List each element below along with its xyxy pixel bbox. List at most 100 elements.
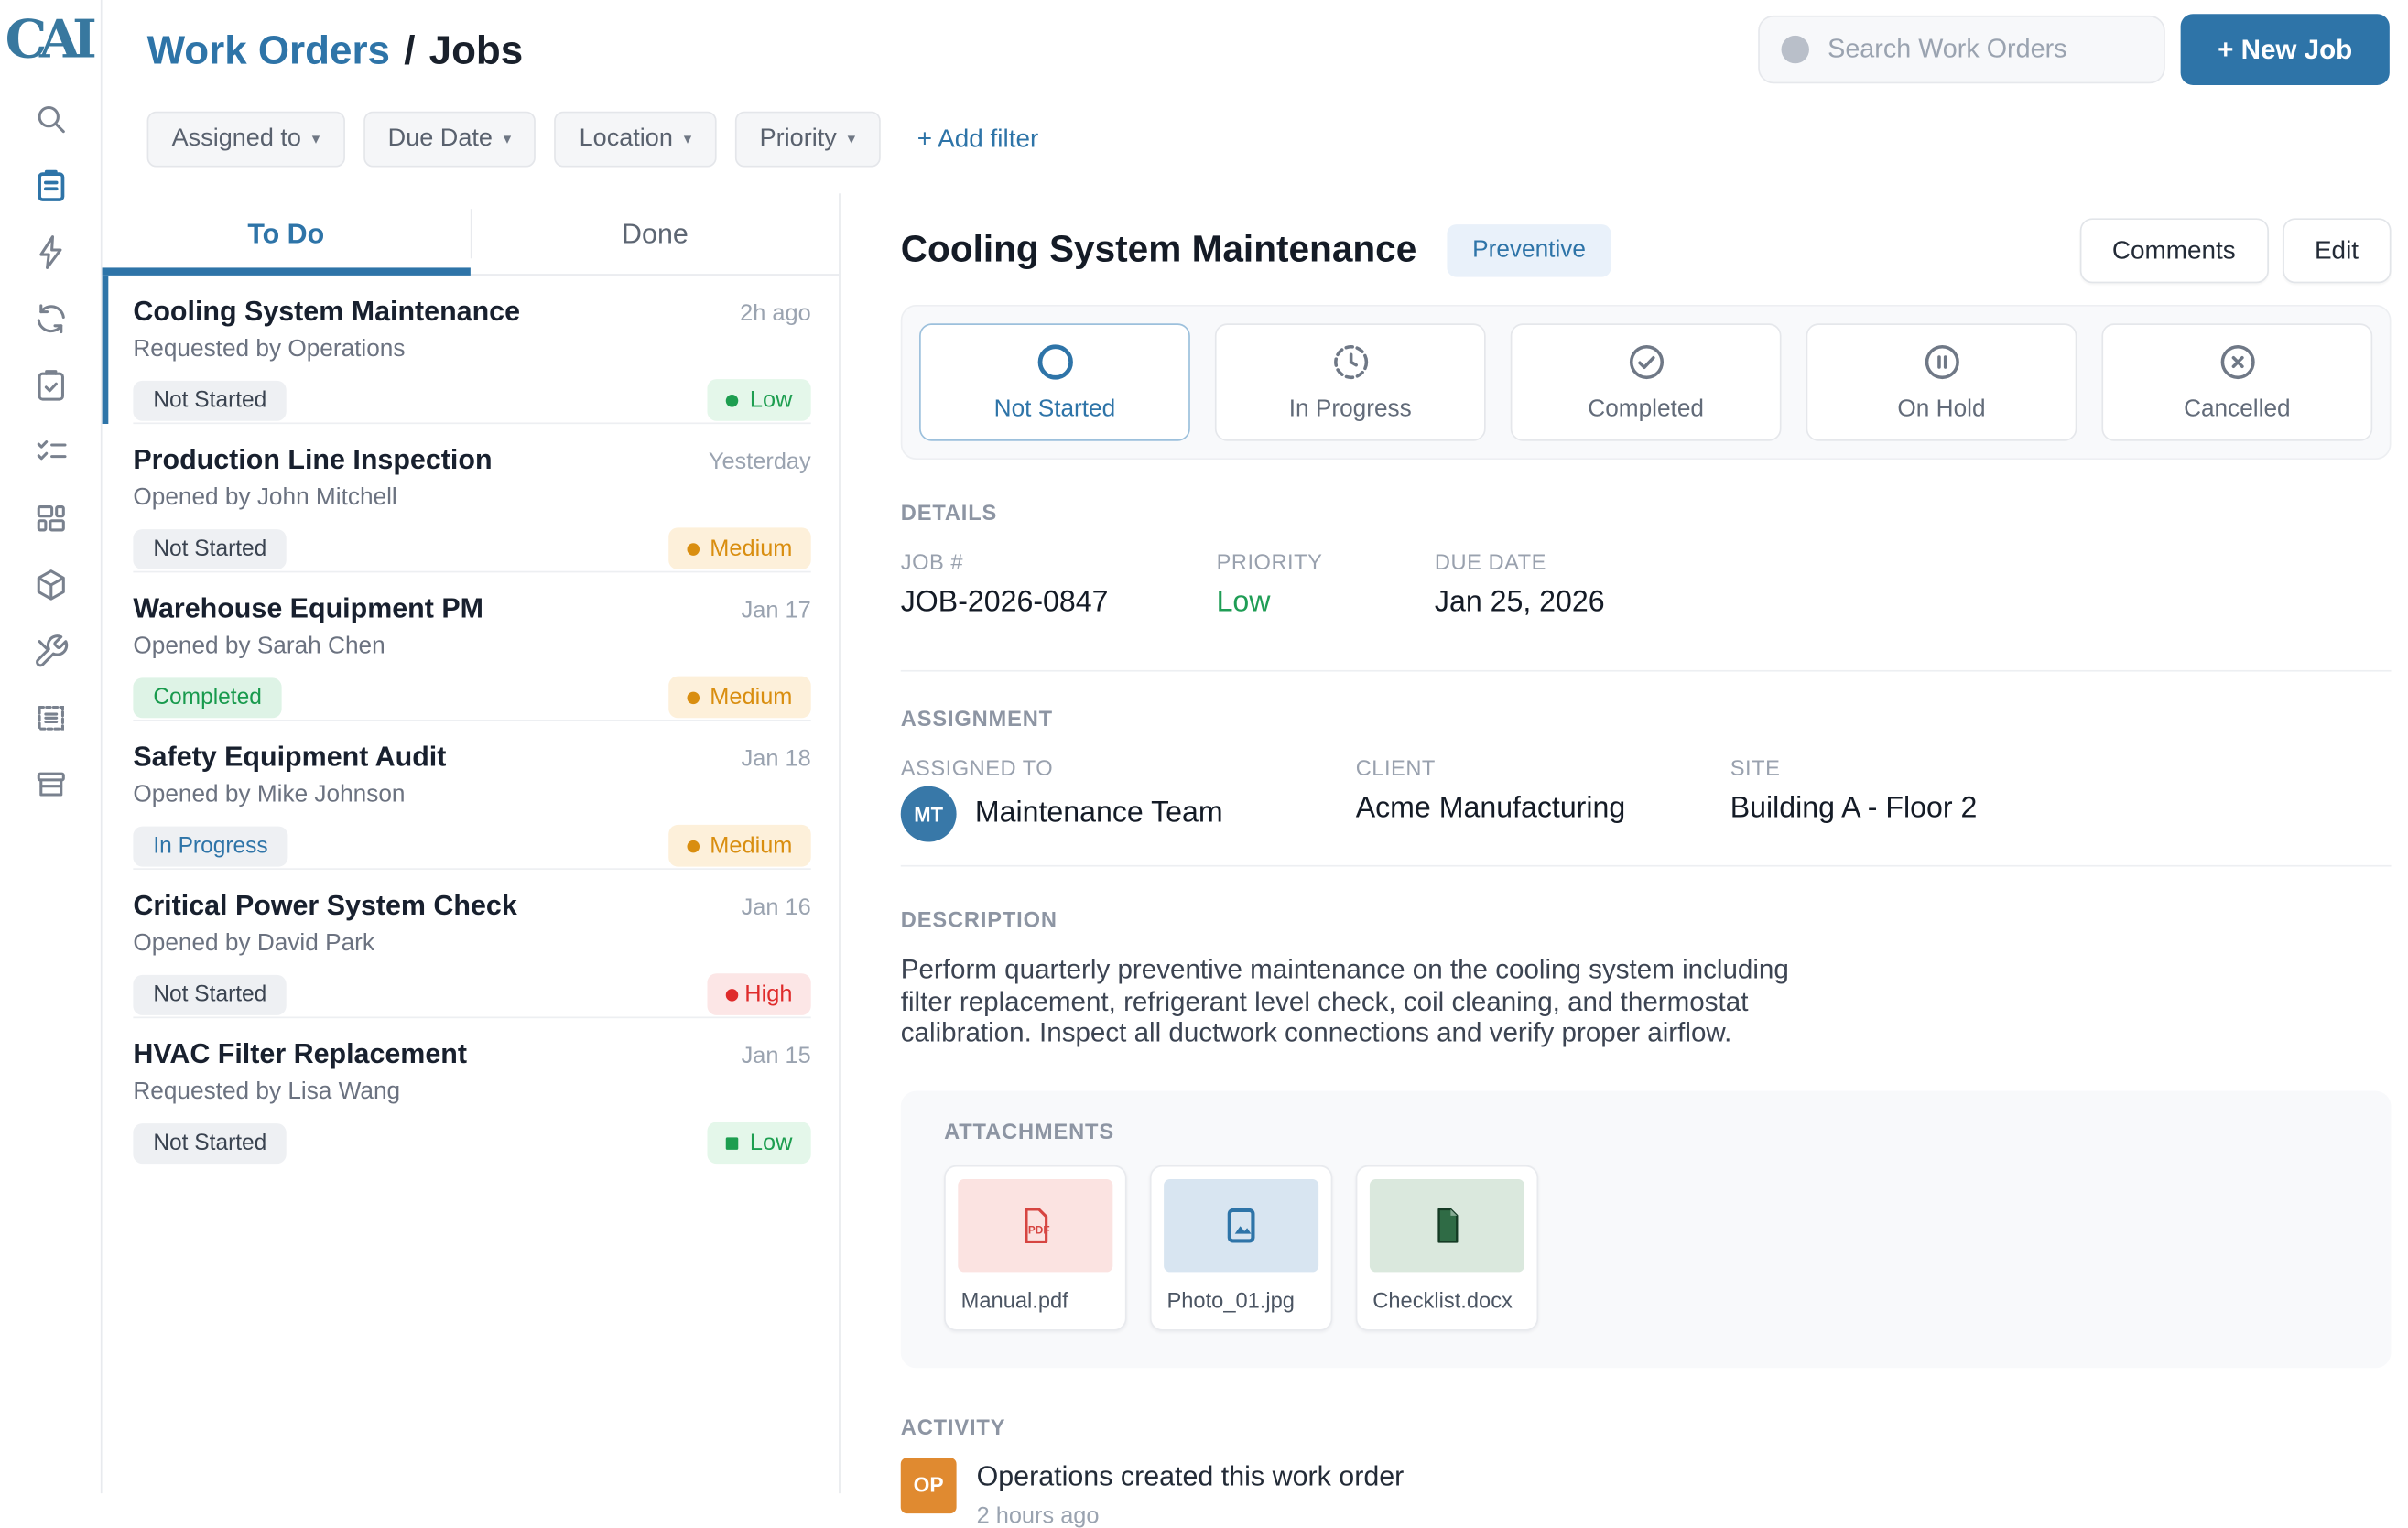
- status-card-cancelled[interactable]: Cancelled: [2101, 323, 2372, 440]
- job-subtitle: Opened by David Park: [133, 930, 810, 958]
- job-title: Critical Power System Check: [133, 890, 516, 922]
- status-selector: Not Started In Progress Completed On Hol…: [901, 305, 2392, 460]
- activity-event: OP Operations created this work order 2 …: [901, 1457, 2392, 1528]
- job-list-item[interactable]: Production Line InspectionYesterday Open…: [103, 424, 840, 572]
- attachments-heading: ATTACHMENTS: [944, 1118, 2348, 1143]
- tools-icon[interactable]: [32, 634, 70, 671]
- storefront-icon[interactable]: [32, 766, 70, 804]
- chevron-down-icon: ▾: [684, 131, 692, 148]
- x-circle-icon: [2216, 341, 2259, 384]
- work-orders-icon[interactable]: [32, 168, 70, 205]
- job-list-item[interactable]: Cooling System Maintenance2h ago Request…: [103, 276, 840, 424]
- job-list-item[interactable]: HVAC Filter Replacement Jan 15 Requested …: [103, 1018, 840, 1166]
- attachment-name: Manual.pdf: [958, 1272, 1112, 1329]
- type-badge: Preventive: [1448, 224, 1611, 276]
- search-input[interactable]: [1828, 34, 2142, 65]
- job-title: Production Line Inspection: [133, 444, 492, 476]
- field-client: CLIENT Acme Manufacturing: [1356, 755, 1730, 842]
- status-card-not-started[interactable]: Not Started: [919, 323, 1190, 440]
- tab-done[interactable]: Done: [472, 193, 839, 274]
- chevron-down-icon: ▾: [312, 131, 320, 148]
- field-priority: PRIORITY Low: [1217, 549, 1435, 621]
- job-title: Warehouse Equipment PM: [133, 592, 483, 624]
- main-area: Work Orders/Jobs + New Job Assigned to▾ …: [103, 0, 2408, 1493]
- details-fields: JOB # JOB-2026-0847 PRIORITY Low DUE DAT…: [901, 549, 2392, 621]
- tab-todo[interactable]: To Do: [103, 193, 470, 274]
- attachment-card[interactable]: PDF Manual.pdf: [944, 1165, 1126, 1330]
- activity-avatar: OP: [901, 1457, 957, 1512]
- breadcrumb-page: Jobs: [429, 26, 524, 72]
- job-subtitle: Requested by Operations: [133, 336, 810, 363]
- detail-title: Cooling System Maintenance: [901, 229, 1417, 272]
- priority-badge: Low: [708, 379, 810, 421]
- sidebar: CAI: [0, 0, 103, 1493]
- search-box[interactable]: [1758, 16, 2165, 83]
- search-icon[interactable]: [32, 102, 70, 139]
- pdf-thumbnail: PDF: [958, 1178, 1112, 1271]
- job-title: HVAC Filter Replacement: [133, 1038, 467, 1070]
- new-job-button[interactable]: + New Job: [2181, 14, 2390, 85]
- invoice-receipt-icon[interactable]: [32, 700, 70, 738]
- job-time: Jan 15: [742, 1043, 811, 1069]
- field-site: SITE Building A - Floor 2: [1730, 755, 1978, 842]
- assignment-heading: ASSIGNMENT: [901, 706, 2392, 731]
- job-time: Jan 16: [742, 894, 811, 921]
- attachment-name: Checklist.docx: [1370, 1272, 1524, 1329]
- checklist-icon[interactable]: [32, 434, 70, 471]
- detail-header: Cooling System Maintenance Preventive Co…: [901, 218, 2392, 283]
- add-filter-button[interactable]: + Add filter: [917, 125, 1039, 154]
- status-card-completed[interactable]: Completed: [1511, 323, 1782, 440]
- inventory-cube-icon[interactable]: [32, 567, 70, 604]
- status-card-in-progress[interactable]: In Progress: [1215, 323, 1486, 440]
- top-bar: Work Orders/Jobs + New Job: [103, 0, 2408, 83]
- dashboard-grid-icon[interactable]: [32, 501, 70, 538]
- status-badge: Completed: [133, 677, 281, 718]
- job-time: Yesterday: [709, 449, 811, 475]
- doc-file-icon: [1426, 1203, 1469, 1246]
- job-list-item[interactable]: Critical Power System Check Jan 16 Opened…: [103, 870, 840, 1018]
- job-time: 2h ago: [740, 300, 811, 327]
- attachment-card[interactable]: Checklist.docx: [1356, 1165, 1538, 1330]
- field-assigned-to: ASSIGNED TO MT Maintenance Team: [901, 755, 1356, 842]
- field-job-number: JOB # JOB-2026-0847: [901, 549, 1217, 621]
- status-badge: Not Started: [133, 974, 287, 1014]
- recurring-sync-icon[interactable]: [32, 301, 70, 339]
- clock-dashed-icon: [1329, 341, 1372, 384]
- active-tab-underline: [103, 267, 471, 275]
- status-badge: Not Started: [133, 528, 287, 569]
- requests-bolt-icon[interactable]: [32, 234, 70, 272]
- filter-bar: Assigned to▾ Due Date▾ Location▾ Priorit…: [103, 83, 2408, 167]
- filter-assigned-to[interactable]: Assigned to▾: [147, 112, 345, 168]
- job-time: Jan 18: [742, 746, 811, 773]
- priority-badge: Medium: [668, 677, 811, 719]
- filter-priority[interactable]: Priority▾: [735, 112, 881, 168]
- check-circle-icon: [1624, 341, 1667, 384]
- filter-location[interactable]: Location▾: [555, 112, 717, 168]
- attachment-name: Photo_01.jpg: [1164, 1272, 1318, 1329]
- priority-badge: High: [708, 973, 811, 1015]
- status-card-on-hold[interactable]: On Hold: [1806, 323, 2077, 440]
- priority-square-icon: [727, 1137, 740, 1150]
- job-list-item[interactable]: Safety Equipment AuditJan 18 Opened by M…: [103, 721, 840, 870]
- activity-time: 2 hours ago: [977, 1501, 1405, 1528]
- filter-due-date[interactable]: Due Date▾: [363, 112, 537, 168]
- job-subtitle: Requested by Lisa Wang: [133, 1078, 810, 1106]
- circle-outline-icon: [1033, 341, 1076, 384]
- attachment-cards: PDF Manual.pdf Photo_01.jpg: [944, 1165, 2348, 1330]
- priority-badge: Low: [708, 1122, 810, 1164]
- breadcrumb-section[interactable]: Work Orders: [147, 26, 390, 72]
- job-title: Safety Equipment Audit: [133, 742, 446, 774]
- activity-text: Operations created this work order: [977, 1460, 1405, 1492]
- edit-button[interactable]: Edit: [2282, 218, 2391, 283]
- job-list-pane: To Do Done Cooling System Maintenance2h …: [103, 193, 841, 1493]
- job-list-item[interactable]: Warehouse Equipment PMJan 17 Opened by S…: [103, 572, 840, 721]
- detail-actions: Comments Edit: [2079, 218, 2391, 283]
- comments-button[interactable]: Comments: [2079, 218, 2268, 283]
- section-divider: [901, 670, 2392, 672]
- attachment-card[interactable]: Photo_01.jpg: [1150, 1165, 1332, 1330]
- details-heading: DETAILS: [901, 500, 2392, 525]
- tasks-clipboard-check-icon[interactable]: [32, 367, 70, 405]
- priority-badge: Medium: [668, 825, 811, 867]
- chevron-down-icon: ▾: [504, 131, 512, 148]
- sidebar-nav: [32, 102, 70, 804]
